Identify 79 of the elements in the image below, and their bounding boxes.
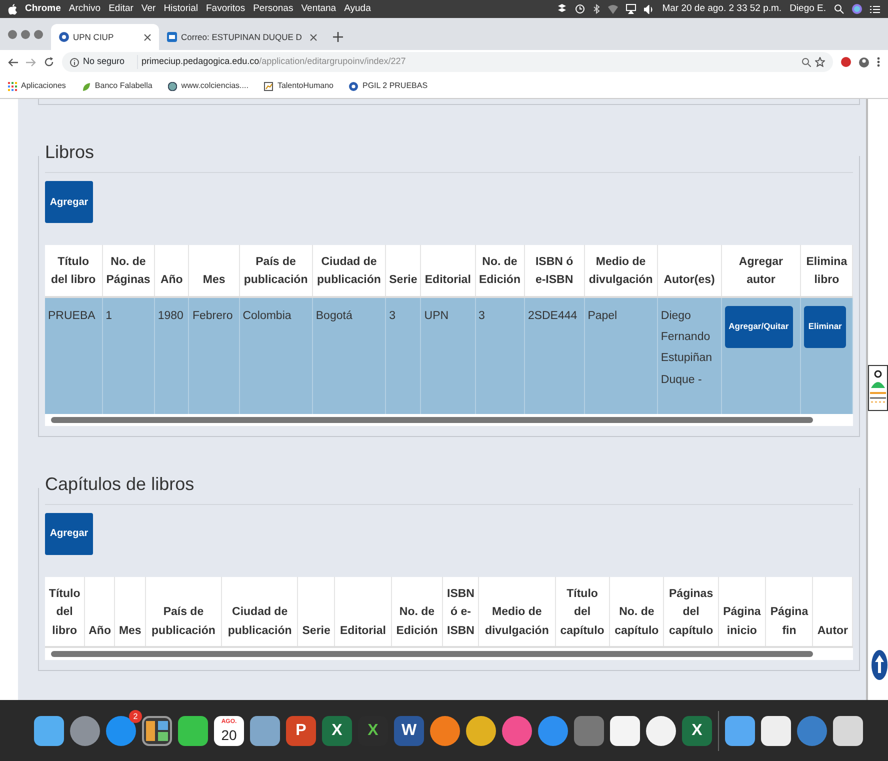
letter-app-icon[interactable]: X bbox=[682, 716, 712, 746]
reload-icon[interactable] bbox=[44, 57, 54, 67]
url-text: primeciup.pedagogica.edu.co/application/editargrupoinv/index/227 bbox=[136, 55, 406, 69]
speaker-icon[interactable] bbox=[644, 4, 654, 14]
table-cell: Bogotá bbox=[312, 296, 386, 414]
mail-icon bbox=[167, 32, 177, 42]
table-cell: 3 bbox=[475, 296, 524, 414]
windows-icon[interactable] bbox=[142, 716, 172, 746]
bluetooth-icon[interactable] bbox=[593, 4, 600, 14]
add-button[interactable]: Agregar bbox=[45, 512, 93, 555]
screen-icon[interactable] bbox=[626, 4, 636, 14]
profile-icon[interactable] bbox=[859, 56, 869, 68]
security-label: No seguro bbox=[83, 55, 125, 68]
stop-sign-icon[interactable] bbox=[841, 57, 851, 67]
browser-tab[interactable]: UPN CIUP bbox=[51, 24, 159, 50]
bookmark-link[interactable]: PGIL 2 PRUEBAS bbox=[362, 80, 428, 92]
letter-app-icon[interactable]: X bbox=[322, 716, 352, 746]
chart-icon bbox=[264, 82, 274, 90]
horizontal-scrollbar[interactable] bbox=[51, 650, 814, 657]
menu-item[interactable]: Archivo bbox=[68, 2, 101, 16]
apps-grid-icon bbox=[8, 82, 17, 90]
app-menu[interactable]: Chrome bbox=[25, 2, 61, 16]
box-icon[interactable] bbox=[557, 4, 568, 14]
plus-icon[interactable] bbox=[332, 32, 343, 42]
list-icon[interactable] bbox=[870, 4, 880, 14]
table-cell: Colombia bbox=[239, 296, 312, 414]
address-bar[interactable]: No seguro primeciup.pedagogica.edu.co/application/editargrupoinv/index/227 bbox=[62, 52, 833, 72]
bookmark-link[interactable]: TalentoHumano bbox=[277, 80, 334, 92]
scroll-up-icon[interactable] bbox=[871, 649, 888, 681]
site-icon bbox=[349, 82, 358, 90]
seal-icon bbox=[168, 82, 178, 90]
star-icon[interactable] bbox=[815, 57, 825, 67]
menu-item[interactable]: Personas bbox=[253, 2, 294, 16]
row-action-button[interactable]: Agregar/Quitar bbox=[724, 306, 793, 348]
add-button[interactable]: Agregar bbox=[45, 181, 93, 223]
letter-app-icon[interactable]: P bbox=[286, 716, 316, 746]
search-icon[interactable] bbox=[834, 4, 844, 14]
table-cell: Diego Fernando Estupiñan Duque - bbox=[657, 296, 722, 414]
menu-item[interactable]: Ver bbox=[141, 2, 156, 16]
close-icon[interactable] bbox=[144, 34, 151, 40]
table-cell: 1 bbox=[102, 296, 154, 414]
wifi-icon[interactable] bbox=[608, 4, 618, 14]
clock-icon[interactable] bbox=[575, 4, 586, 14]
table-cell: UPN bbox=[420, 296, 475, 414]
table-cell: Papel bbox=[584, 296, 658, 414]
clock-text[interactable]: Mar 20 de ago. 2 33 52 p.m. bbox=[662, 2, 782, 16]
zoom-icon[interactable] bbox=[802, 58, 811, 66]
section-title: Capítulos de libros bbox=[45, 470, 853, 505]
notification-badge: 2 bbox=[129, 710, 142, 722]
user-name[interactable]: Diego E. bbox=[790, 2, 826, 16]
menu-item[interactable]: Favoritos bbox=[206, 2, 246, 16]
apple-icon bbox=[8, 4, 17, 14]
close-icon[interactable] bbox=[310, 34, 317, 40]
bookmark-link[interactable]: Aplicaciones bbox=[21, 80, 66, 92]
menu-item[interactable]: Historial bbox=[164, 2, 198, 16]
section-title: Libros bbox=[45, 139, 853, 173]
table-cell: 3 bbox=[386, 296, 421, 414]
browser-tab[interactable]: Correo: ESTUPINAN DUQUE D bbox=[159, 24, 325, 50]
tab-title: UPN CIUP bbox=[73, 30, 115, 44]
menu-item[interactable]: Ayuda bbox=[344, 2, 371, 16]
orb-icon[interactable] bbox=[852, 4, 862, 14]
menu-item[interactable]: Editar bbox=[108, 2, 134, 16]
back-icon[interactable] bbox=[8, 58, 18, 66]
row-action-button[interactable]: Eliminar bbox=[804, 306, 846, 348]
horizontal-scrollbar[interactable] bbox=[51, 416, 814, 423]
menu-item[interactable]: Ventana bbox=[301, 2, 336, 16]
table-cell: Febrero bbox=[188, 296, 240, 414]
table-cell: 1980 bbox=[154, 296, 189, 414]
site-icon bbox=[59, 32, 69, 42]
person-widget-icon[interactable] bbox=[868, 365, 888, 411]
info-icon bbox=[70, 58, 79, 66]
bookmark-link[interactable]: Banco Falabella bbox=[94, 80, 152, 92]
letter-app-icon[interactable]: W bbox=[394, 716, 424, 746]
table-cell: PRUEBA bbox=[45, 296, 102, 414]
more-icon[interactable] bbox=[877, 57, 880, 67]
tab-title: Correo: ESTUPINAN DUQUE D bbox=[181, 30, 302, 44]
table-cell: 2SDE444 bbox=[524, 296, 584, 414]
bookmark-link[interactable]: www.colciencias.... bbox=[181, 80, 248, 92]
leaf-icon bbox=[82, 82, 91, 90]
